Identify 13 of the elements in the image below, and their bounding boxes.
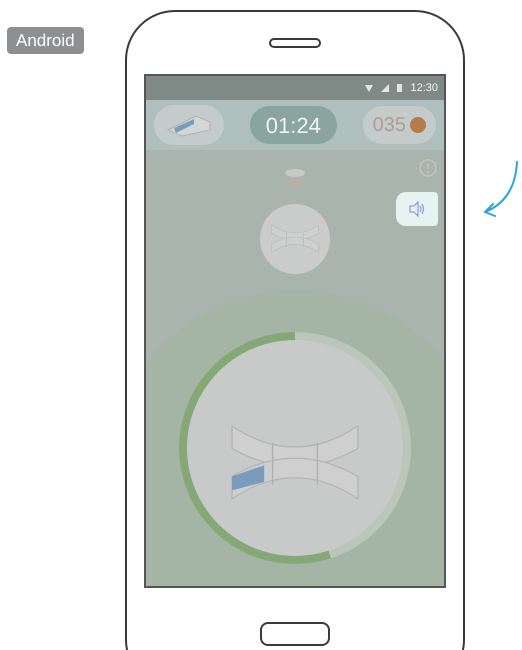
- signal-icon: [381, 84, 390, 92]
- speaker-icon: [408, 201, 426, 217]
- status-time: 12:30: [410, 80, 438, 96]
- home-button[interactable]: [260, 622, 330, 646]
- sound-button[interactable]: [396, 192, 438, 226]
- timer: 01:24: [250, 106, 337, 144]
- wifi-icon: [365, 84, 374, 92]
- earpiece: [269, 38, 321, 48]
- coin-counter: 035: [362, 106, 436, 144]
- coin-icon: [410, 117, 426, 133]
- bone-button[interactable]: [154, 105, 224, 145]
- battery-icon: [397, 84, 402, 92]
- platform-badge: Android: [7, 27, 84, 54]
